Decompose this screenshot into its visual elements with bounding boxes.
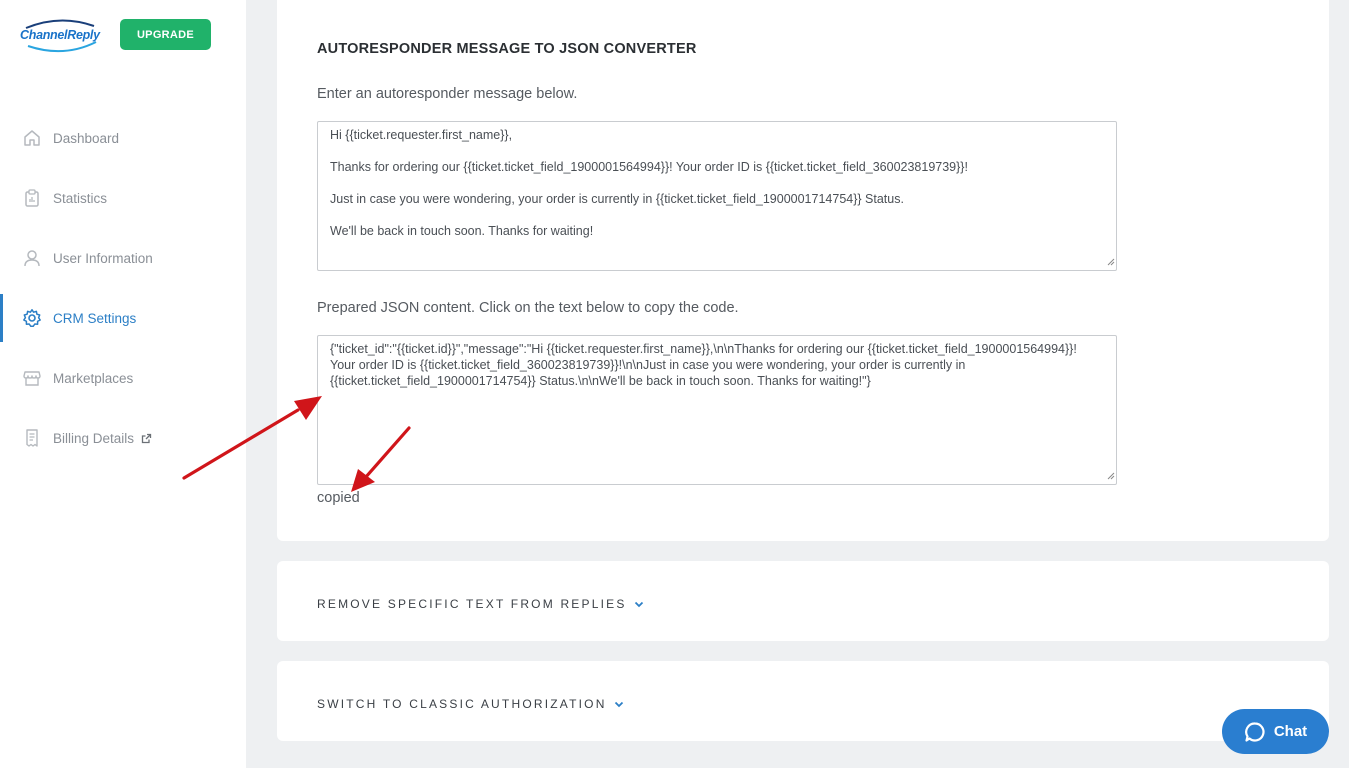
sidebar-item-label: CRM Settings	[53, 310, 137, 326]
sidebar: ChannelReply UPGRADE Dashboard Statistic…	[0, 0, 246, 768]
user-icon	[22, 248, 42, 268]
card-title: AUTORESPONDER MESSAGE TO JSON CONVERTER	[317, 41, 697, 57]
copied-status: copied	[317, 490, 360, 506]
clipboard-icon	[22, 188, 42, 208]
channelreply-logo[interactable]: ChannelReply	[20, 18, 104, 54]
json-output-text[interactable]: {"ticket_id":"{{ticket.id}}","message":"…	[330, 341, 1104, 389]
message-line: Hi {{ticket.requester.first_name}},	[330, 128, 513, 142]
output-label: Prepared JSON content. Click on the text…	[317, 300, 739, 316]
classic-auth-section: SWITCH TO CLASSIC AUTHORIZATION	[277, 661, 1329, 741]
json-converter-card: AUTORESPONDER MESSAGE TO JSON CONVERTER …	[277, 0, 1329, 541]
input-label: Enter an autoresponder message below.	[317, 86, 578, 102]
message-line: Just in case you were wondering, your or…	[330, 192, 904, 206]
chevron-down-icon	[614, 701, 624, 708]
gear-icon	[22, 308, 42, 328]
sidebar-item-dashboard[interactable]: Dashboard	[0, 108, 246, 168]
upgrade-button[interactable]: UPGRADE	[120, 19, 211, 50]
sidebar-item-label: Statistics	[53, 190, 108, 206]
chevron-down-icon	[634, 601, 644, 608]
external-link-icon	[141, 433, 152, 444]
logo-text: ChannelReply	[20, 28, 100, 42]
home-icon	[22, 128, 42, 148]
sidebar-item-label: Dashboard	[53, 130, 120, 146]
section-label: REMOVE SPECIFIC TEXT FROM REPLIES	[317, 597, 627, 611]
sidebar-item-label: Marketplaces	[53, 370, 134, 386]
sidebar-item-marketplaces[interactable]: Marketplaces	[0, 348, 246, 408]
resize-handle-icon[interactable]	[1107, 255, 1115, 269]
sidebar-nav: Dashboard Statistics User Information CR…	[0, 108, 246, 468]
sidebar-item-statistics[interactable]: Statistics	[0, 168, 246, 228]
receipt-icon	[22, 428, 42, 448]
autoresponder-message-textarea[interactable]: Hi {{ticket.requester.first_name}}, Than…	[317, 121, 1117, 271]
chat-button[interactable]: Chat	[1222, 709, 1329, 754]
section-label: SWITCH TO CLASSIC AUTHORIZATION	[317, 697, 607, 711]
resize-handle-icon[interactable]	[1107, 469, 1115, 483]
sidebar-item-label: Billing Details	[53, 430, 135, 446]
chat-label: Chat	[1273, 723, 1308, 740]
store-icon	[22, 368, 42, 388]
message-line: We'll be back in touch soon. Thanks for …	[330, 224, 594, 238]
json-output-textarea[interactable]: {"ticket_id":"{{ticket.id}}","message":"…	[317, 335, 1117, 485]
classic-auth-toggle[interactable]: SWITCH TO CLASSIC AUTHORIZATION	[317, 697, 624, 711]
message-line: Thanks for ordering our {{ticket.ticket_…	[330, 160, 968, 174]
sidebar-item-user-information[interactable]: User Information	[0, 228, 246, 288]
sidebar-item-label: User Information	[53, 250, 153, 266]
remove-text-section: REMOVE SPECIFIC TEXT FROM REPLIES	[277, 561, 1329, 641]
sidebar-item-billing-details[interactable]: Billing Details	[0, 408, 246, 468]
remove-text-toggle[interactable]: REMOVE SPECIFIC TEXT FROM REPLIES	[317, 597, 644, 611]
chat-bubble-icon	[1244, 721, 1266, 743]
sidebar-item-crm-settings[interactable]: CRM Settings	[0, 288, 246, 348]
